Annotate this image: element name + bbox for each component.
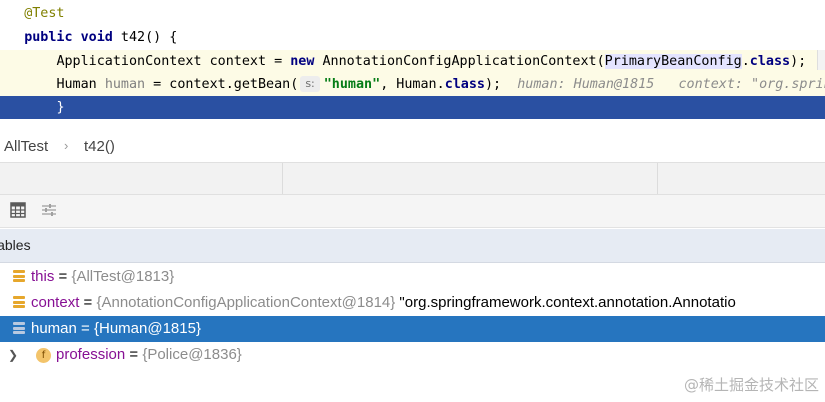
variable-name: context bbox=[31, 294, 80, 311]
parameter-hint: s: bbox=[300, 76, 320, 92]
variables-panel-header[interactable]: iables bbox=[0, 229, 825, 263]
field-icon: f bbox=[36, 348, 51, 363]
variable-value: {AnnotationConfigApplicationContext@1814… bbox=[96, 294, 396, 311]
getbean-call: = context.getBean( bbox=[145, 77, 299, 92]
watermark: @稀土掘金技术社区 bbox=[683, 376, 819, 394]
variable-value: {Human@1815} bbox=[93, 320, 201, 337]
variable-row-profession[interactable]: ❯ f profession = {Police@1836} bbox=[0, 342, 825, 368]
inline-debug-values: human: Human@1815 context: "org.sprin bbox=[517, 77, 825, 92]
code-line-execution-point[interactable]: } bbox=[0, 96, 825, 119]
variable-text: profession = {Police@1836} bbox=[56, 342, 242, 368]
dot-text: . bbox=[741, 54, 750, 69]
equals-sign: = bbox=[125, 346, 143, 363]
variable-icon bbox=[13, 296, 25, 310]
code-line-annotation[interactable]: @Test bbox=[0, 2, 825, 26]
equals-sign: = bbox=[79, 294, 97, 311]
variable-string-value: "org.springframework.context.annotation.… bbox=[395, 294, 736, 311]
variable-row-this[interactable]: this = {AllTest@1813} bbox=[0, 264, 825, 290]
code-line-method-signature[interactable]: public void t42() { bbox=[0, 26, 825, 50]
string-literal: "human" bbox=[323, 77, 381, 92]
variable-name: human bbox=[31, 320, 77, 337]
keyword-new: new bbox=[290, 54, 315, 69]
breadcrumb-class[interactable]: AllTest bbox=[4, 138, 48, 155]
code-editor[interactable]: @Test public void t42() { ApplicationCon… bbox=[0, 0, 825, 121]
variable-name: profession bbox=[56, 346, 126, 363]
method-signature-text: t42() { bbox=[112, 30, 178, 45]
variable-text: human = {Human@1815} bbox=[31, 316, 201, 342]
variable-value: {AllTest@1813} bbox=[71, 268, 175, 285]
strip-divider bbox=[282, 163, 283, 194]
variable-human: human bbox=[104, 77, 146, 92]
expand-chevron-icon[interactable]: ❯ bbox=[8, 342, 18, 368]
strip-divider bbox=[657, 163, 658, 194]
code-line-getbean[interactable]: Human human = context.getBean(s: "human",… bbox=[0, 73, 825, 97]
variable-text: this = {AllTest@1813} bbox=[31, 264, 174, 290]
scrollbar-marker[interactable] bbox=[817, 50, 825, 70]
variable-name: this bbox=[31, 268, 55, 285]
keyword-void: void bbox=[80, 30, 113, 45]
breadcrumb-method[interactable]: t42() bbox=[84, 138, 115, 155]
variable-icon bbox=[13, 322, 25, 336]
keyword-class-2: class bbox=[444, 77, 485, 92]
variable-value: {Police@1836} bbox=[142, 346, 242, 363]
variables-title: iables bbox=[0, 237, 31, 253]
variable-text: context = {AnnotationConfigApplicationCo… bbox=[31, 290, 736, 316]
argument-text: , Human. bbox=[380, 77, 445, 92]
equals-sign: = bbox=[76, 320, 94, 337]
closing-brace: } bbox=[56, 100, 65, 115]
table-icon[interactable] bbox=[9, 201, 29, 221]
constructor-call: AnnotationConfigApplicationContext( bbox=[314, 54, 605, 69]
line-end-text-2: ); bbox=[485, 77, 502, 92]
keyword-public: public bbox=[24, 30, 73, 45]
debug-toolbar bbox=[0, 195, 825, 228]
code-line-context[interactable]: ApplicationContext context = new Annotat… bbox=[0, 50, 825, 74]
context-declaration: ApplicationContext context = bbox=[56, 54, 291, 69]
keyword-class: class bbox=[749, 54, 791, 69]
line-end-text: ); bbox=[790, 54, 807, 69]
variable-row-human[interactable]: human = {Human@1815} bbox=[0, 316, 825, 342]
breadcrumb: AllTest › t42() bbox=[0, 133, 825, 161]
highlighted-identifier: PrimaryBeanConfig bbox=[604, 54, 742, 69]
variable-icon bbox=[13, 270, 25, 284]
debug-tab-strip bbox=[0, 162, 825, 195]
settings-sliders-icon[interactable] bbox=[40, 201, 60, 221]
type-human: Human bbox=[56, 77, 105, 92]
variable-row-context[interactable]: context = {AnnotationConfigApplicationCo… bbox=[0, 290, 825, 316]
test-annotation: @Test bbox=[24, 6, 65, 21]
equals-sign: = bbox=[54, 268, 72, 285]
breadcrumb-separator: › bbox=[64, 138, 69, 153]
